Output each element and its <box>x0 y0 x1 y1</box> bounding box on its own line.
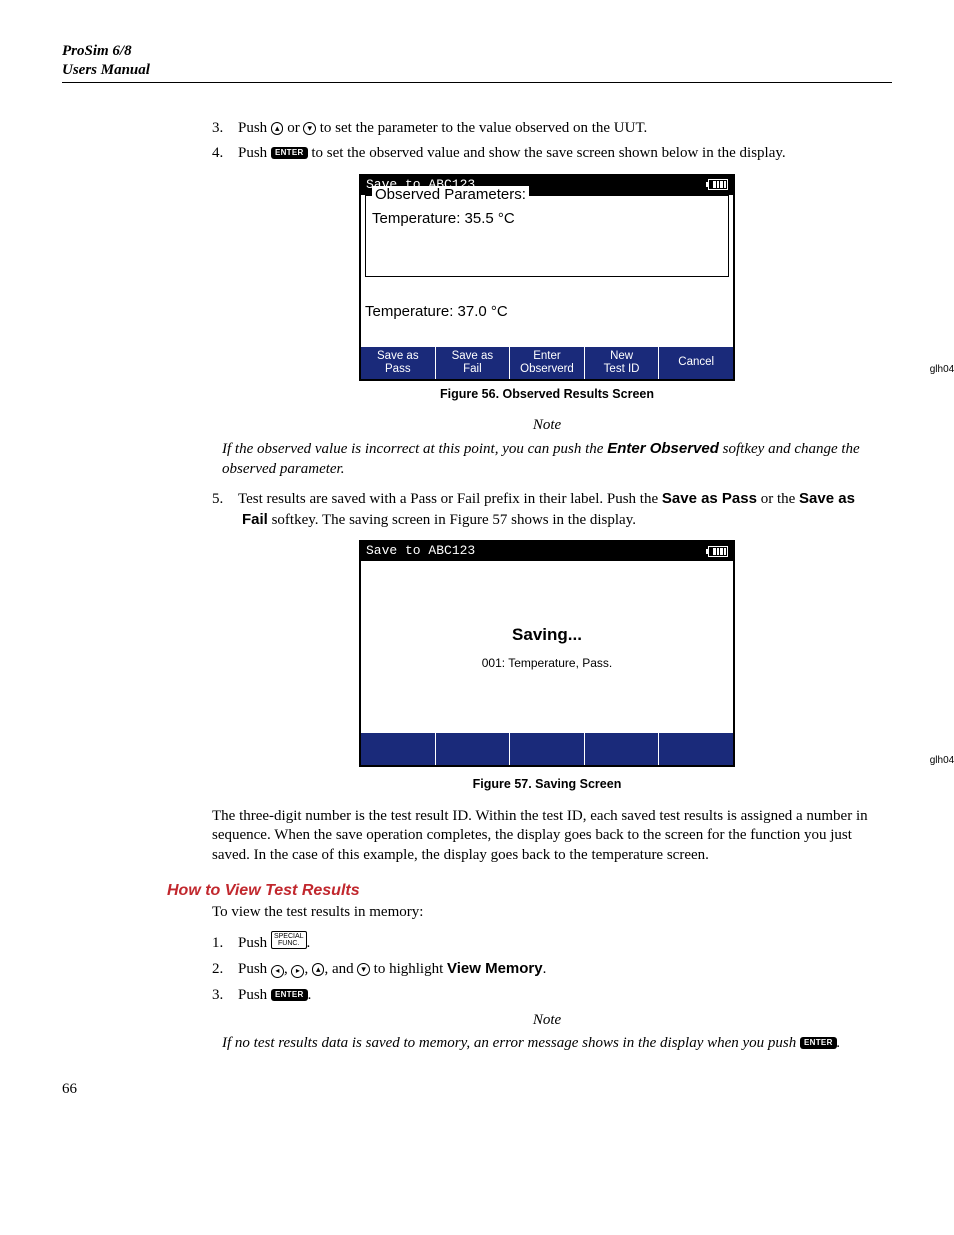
page-number: 66 <box>62 1080 892 1099</box>
note-1-body: If the observed value is incorrect at th… <box>222 439 862 479</box>
observed-legend: Observed Parameters: <box>372 186 529 205</box>
softkey-enter-observed[interactable]: Enter Observerd <box>510 347 585 379</box>
softkey-new-test-id[interactable]: New Test ID <box>585 347 660 379</box>
step-4: 4.Push ENTER to set the observed value a… <box>212 144 882 164</box>
up-key-icon: ▴ <box>271 122 284 135</box>
device-titlebar-57: Save to ABC123 <box>361 542 733 561</box>
softkey-empty <box>659 733 733 765</box>
paragraph-intro: To view the test results in memory: <box>212 903 882 923</box>
step-b2: 2.Push ◂, ▸, ▴, and ▾ to highlight View … <box>212 959 882 980</box>
figure-57-caption: Figure 57. Saving Screen <box>212 777 882 793</box>
softkey-empty <box>510 733 585 765</box>
right-key-icon: ▸ <box>291 965 304 978</box>
procedure-step-5: 5.Test results are saved with a Pass or … <box>212 489 882 530</box>
figure-57: Save to ABC123 Saving... 001: Temperatur… <box>212 540 882 771</box>
device-body: Observed Parameters: Temperature: 35.5 °… <box>361 195 733 347</box>
battery-icon <box>708 179 728 190</box>
procedure-steps-a: 3.Push ▴ or ▾ to set the parameter to th… <box>212 119 882 164</box>
observed-line-1: Temperature: 35.5 °C <box>372 210 722 229</box>
enter-key-icon: ENTER <box>271 147 308 159</box>
saving-detail: 001: Temperature, Pass. <box>482 656 613 671</box>
bmp-filename: glh049.bmp <box>930 364 954 377</box>
step-b1: 1.Push SPECIAL FUNC.. <box>212 931 882 954</box>
device-title-57: Save to ABC123 <box>366 543 475 559</box>
softkey-empty <box>585 733 660 765</box>
bmp-filename-57: glh040.bmp <box>930 755 954 768</box>
softkey-cancel[interactable]: Cancel <box>659 347 733 379</box>
step-b3: 3.Push ENTER. <box>212 986 882 1006</box>
step-3: 3.Push ▴ or ▾ to set the parameter to th… <box>212 119 882 139</box>
observed-group: Observed Parameters: Temperature: 35.5 °… <box>365 195 729 277</box>
header-manual: Users Manual <box>62 61 892 80</box>
note-2-body: If no test results data is saved to memo… <box>222 1034 862 1054</box>
device-screen-57: Save to ABC123 Saving... 001: Temperatur… <box>359 540 735 767</box>
header-product: ProSim 6/8 <box>62 42 892 61</box>
enter-key-icon: ENTER <box>271 989 308 1001</box>
figure-56: Save to ABC123 Observed Parameters: Temp… <box>212 174 882 381</box>
enter-key-icon: ENTER <box>800 1037 837 1049</box>
section-heading: How to View Test Results <box>167 881 882 901</box>
softkey-empty <box>436 733 511 765</box>
battery-icon <box>708 546 728 557</box>
device-screen-56: Save to ABC123 Observed Parameters: Temp… <box>359 174 735 381</box>
figure-56-caption: Figure 56. Observed Results Screen <box>212 387 882 403</box>
softkey-save-pass[interactable]: Save as Pass <box>361 347 436 379</box>
down-key-icon: ▾ <box>357 963 370 976</box>
softkey-row-empty <box>361 733 733 765</box>
note-1-head: Note <box>212 416 882 435</box>
paragraph-explain: The three-digit number is the test resul… <box>212 807 882 866</box>
softkey-empty <box>361 733 436 765</box>
step-5: 5.Test results are saved with a Pass or … <box>212 489 882 530</box>
saving-label: Saving... <box>512 624 582 645</box>
saving-body: Saving... 001: Temperature, Pass. <box>361 561 733 733</box>
softkey-row: Save as Pass Save as Fail Enter Observer… <box>361 347 733 379</box>
note-2-head: Note <box>212 1011 882 1030</box>
procedure-steps-b: 1.Push SPECIAL FUNC.. 2.Push ◂, ▸, ▴, an… <box>212 931 882 1006</box>
softkey-save-fail[interactable]: Save as Fail <box>436 347 511 379</box>
up-key-icon: ▴ <box>312 963 325 976</box>
special-func-key-icon: SPECIAL FUNC. <box>271 931 307 949</box>
main-content: 3.Push ▴ or ▾ to set the parameter to th… <box>212 119 882 1054</box>
page-header: ProSim 6/8 Users Manual <box>62 42 892 83</box>
down-key-icon: ▾ <box>303 122 316 135</box>
observed-line-2: Temperature: 37.0 °C <box>361 303 733 322</box>
left-key-icon: ◂ <box>271 965 284 978</box>
